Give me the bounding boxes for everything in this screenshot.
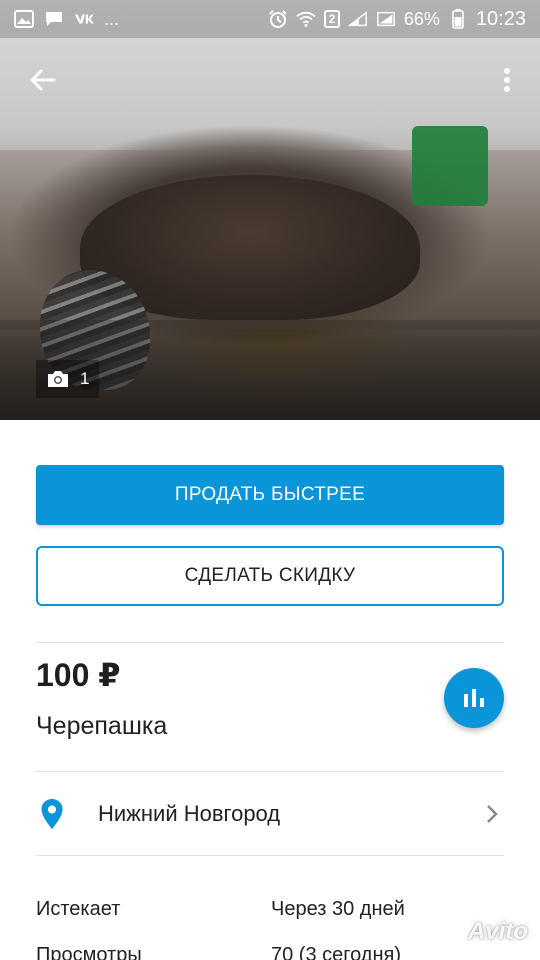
wifi-icon: [296, 10, 316, 28]
chat-icon: [44, 10, 64, 28]
photo-count-value: 1: [80, 369, 90, 388]
photo-counter[interactable]: 1: [36, 360, 100, 398]
sell-faster-button[interactable]: ПРОДАТЬ БЫСТРЕЕ: [36, 465, 504, 525]
chevron-right-icon: [486, 804, 498, 824]
status-bar: ... 2 66% 10:23: [0, 0, 540, 38]
camera-icon: [48, 371, 68, 387]
location-pin-icon: [36, 798, 76, 830]
aquarium-filter: [412, 126, 488, 206]
avito-logo-icon: [429, 923, 462, 941]
battery-icon: [448, 9, 468, 29]
location-row[interactable]: Нижний Новгород: [36, 772, 504, 856]
signal-icon-2: [376, 10, 396, 28]
sim-badge: 2: [323, 10, 340, 28]
avito-watermark: Avito: [428, 918, 528, 946]
location-city: Нижний Новгород: [98, 801, 281, 826]
watermark-text: Avito: [468, 918, 528, 945]
listing-title: Черепашка: [36, 712, 168, 740]
detail-label: Просмотры: [36, 944, 142, 960]
statistics-button[interactable]: [444, 668, 504, 728]
alarm-icon: [268, 10, 288, 28]
arrow-left-icon: [30, 69, 56, 91]
detail-value: Через 30 дней: [271, 898, 405, 920]
more-menu-button[interactable]: [492, 60, 522, 100]
clock: 10:23: [475, 7, 526, 30]
battery-percent: 66%: [403, 8, 440, 29]
listing-price: 100 ₽: [36, 657, 121, 693]
detail-label: Истекает: [36, 898, 121, 920]
more-vertical-icon: [504, 68, 510, 92]
back-button[interactable]: [22, 60, 62, 100]
bar-chart-icon: [464, 689, 484, 707]
make-discount-button[interactable]: СДЕЛАТЬ СКИДКУ: [36, 546, 504, 606]
image-icon: [14, 10, 34, 28]
divider: [36, 642, 504, 643]
signal-icon: [347, 10, 368, 28]
listing-photo[interactable]: [0, 0, 540, 420]
divider: [36, 855, 504, 856]
more-notifications: ...: [104, 8, 120, 29]
detail-value: 70 (3 сегодня): [271, 944, 402, 960]
vk-icon: [74, 10, 94, 28]
